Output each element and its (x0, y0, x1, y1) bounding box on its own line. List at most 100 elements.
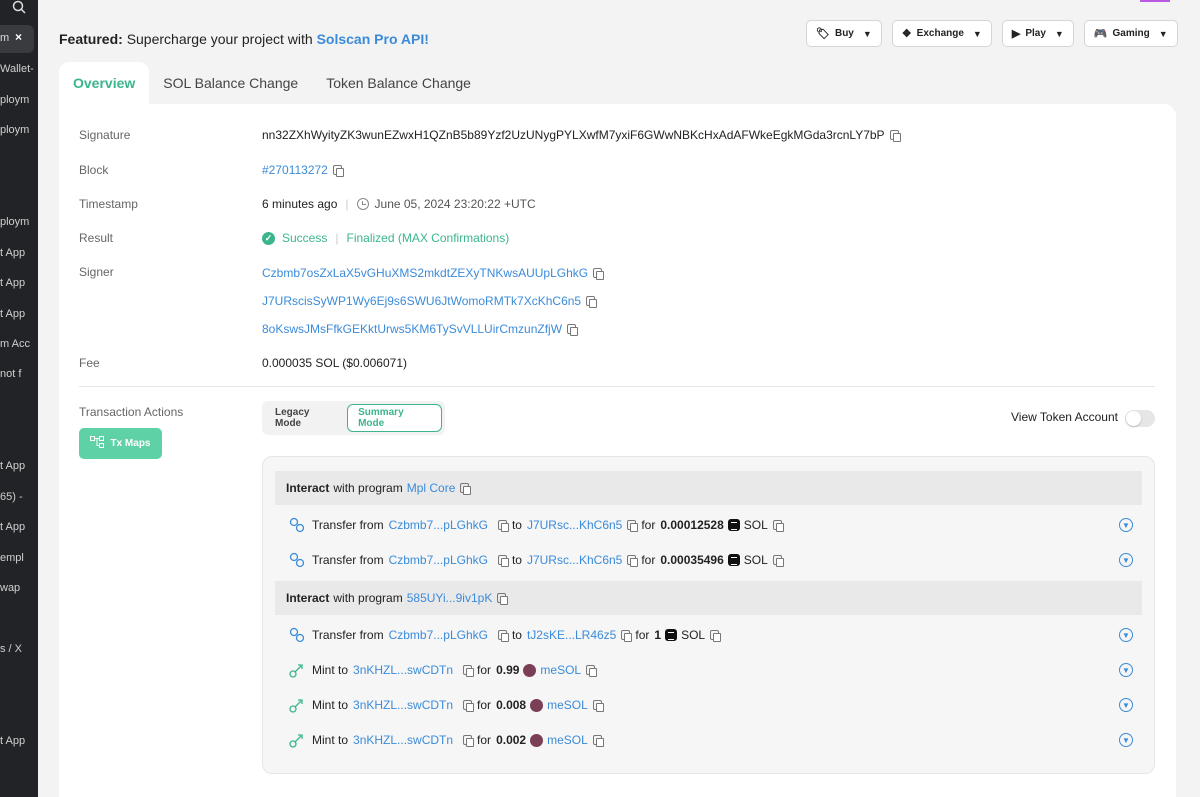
from-address-link[interactable]: Czbmb7...pLGhkG (389, 518, 488, 532)
exchange-button[interactable]: ❖ Exchange ▼ (891, 20, 992, 47)
copy-icon[interactable] (463, 700, 475, 712)
caret-down-icon: ▼ (972, 28, 982, 39)
amount: 0.00012528 (660, 518, 724, 532)
copy-icon[interactable] (463, 665, 475, 677)
sidebar-item[interactable]: s / X (0, 643, 22, 655)
featured-link[interactable]: Solscan Pro API! (317, 31, 429, 47)
result-status: Success (282, 231, 328, 245)
sidebar-active-item[interactable]: m × (0, 25, 34, 53)
sol-token-icon (665, 629, 678, 641)
token-link[interactable]: meSOL (540, 663, 581, 677)
copy-icon[interactable] (497, 630, 509, 642)
token-name: SOL (743, 553, 768, 567)
sidebar-item[interactable]: Wallet- (0, 63, 34, 75)
copy-icon[interactable] (497, 593, 509, 605)
sidebar-item[interactable]: t App (0, 247, 25, 259)
amount: 1 (654, 628, 662, 642)
program-header: Interact with program Mpl Core (275, 471, 1142, 505)
program-link[interactable]: Mpl Core (407, 481, 456, 495)
sidebar-item[interactable]: t App (0, 521, 25, 533)
program-link[interactable]: 585UYi...9iv1pK (407, 591, 493, 605)
exchange-icon: ❖ (901, 28, 912, 40)
to-address-link[interactable]: J7URsc...KhC6n5 (527, 553, 622, 567)
chevron-down-icon[interactable]: ▼ (1119, 733, 1133, 747)
to-address-link[interactable]: 3nKHZL...swCDTn (353, 733, 453, 747)
sidebar-item[interactable]: t App (0, 308, 25, 320)
chevron-down-icon[interactable]: ▼ (1119, 518, 1133, 532)
interact-word: Interact (286, 591, 330, 605)
view-token-account-toggle[interactable] (1125, 410, 1155, 427)
tx-maps-icon (90, 436, 105, 451)
chevron-down-icon[interactable]: ▼ (1119, 553, 1133, 567)
to-address-link[interactable]: tJ2sKE...LR46z5 (527, 628, 616, 642)
copy-icon[interactable] (592, 700, 604, 712)
sidebar-item[interactable]: ploym (0, 124, 29, 136)
from-address-link[interactable]: Czbmb7...pLGhkG (389, 553, 488, 567)
copy-icon[interactable] (567, 324, 579, 336)
tx-maps-button[interactable]: Tx Maps (79, 428, 162, 459)
summary-mode-button[interactable]: Summary Mode (347, 404, 442, 432)
chevron-down-icon[interactable]: ▼ (1119, 698, 1133, 712)
copy-icon[interactable] (772, 555, 784, 567)
copy-icon[interactable] (332, 165, 344, 177)
tab-overview[interactable]: Overview (59, 62, 150, 104)
to-address-link[interactable]: 3nKHZL...swCDTn (353, 698, 453, 712)
copy-icon[interactable] (497, 520, 509, 532)
copy-icon[interactable] (710, 630, 722, 642)
transfer-icon (288, 627, 305, 644)
sidebar-item[interactable]: m Acc (0, 338, 30, 350)
sidebar-item[interactable]: wap (0, 582, 20, 594)
for-word: for (477, 698, 492, 712)
transfer-icon (288, 552, 305, 569)
copy-icon[interactable] (592, 735, 604, 747)
sidebar-item[interactable]: not f (0, 368, 21, 380)
copy-icon[interactable] (497, 555, 509, 567)
gaming-button[interactable]: 🎮 Gaming ▼ (1083, 20, 1178, 47)
copy-icon[interactable] (460, 483, 472, 495)
sidebar-item[interactable]: t App (0, 460, 25, 472)
action-row: Transfer from Czbmb7...pLGhkG to J7URsc.… (288, 550, 1133, 570)
chevron-down-icon[interactable]: ▼ (1119, 663, 1133, 677)
featured-prefix: Featured: (59, 31, 123, 47)
copy-icon[interactable] (889, 130, 901, 142)
copy-icon[interactable] (593, 268, 605, 280)
sidebar-item[interactable]: 65) - (0, 491, 23, 503)
from-address-link[interactable]: Czbmb7...pLGhkG (389, 628, 488, 642)
buy-button[interactable]: 🏷 Buy ▼ (806, 20, 882, 47)
clock-icon (356, 198, 369, 210)
signer-link[interactable]: J7URscisSyWP1Wy6Ej9s6SWU6JtWomoRMTk7XcKh… (262, 294, 581, 308)
copy-icon[interactable] (627, 555, 639, 567)
close-icon[interactable]: × (15, 30, 22, 44)
to-address-link[interactable]: J7URsc...KhC6n5 (527, 518, 622, 532)
action-row: Mint to 3nKHZL...swCDTn for 0.008 meSOL … (288, 695, 1133, 715)
play-button[interactable]: ▶ Play ▼ (1001, 20, 1074, 47)
search-icon[interactable] (12, 0, 26, 17)
copy-icon[interactable] (463, 735, 475, 747)
chevron-down-icon[interactable]: ▼ (1119, 628, 1133, 642)
tab-token-balance-change[interactable]: Token Balance Change (312, 62, 485, 104)
copy-icon[interactable] (772, 520, 784, 532)
action-row: Mint to 3nKHZL...swCDTn for 0.002 meSOL … (288, 730, 1133, 750)
token-link[interactable]: meSOL (547, 733, 588, 747)
sidebar-item[interactable]: ploym (0, 94, 29, 106)
action-verb: Mint to (312, 698, 349, 712)
sidebar-item[interactable]: t App (0, 735, 25, 747)
copy-icon[interactable] (586, 665, 598, 677)
tab-sol-balance-change[interactable]: SOL Balance Change (149, 62, 312, 104)
block-label: Block (79, 163, 109, 177)
copy-icon[interactable] (627, 520, 639, 532)
sol-token-icon (727, 554, 740, 566)
overview-card: Signature nn32ZXhWyityZK3wunEZwxH1QZnB5b… (59, 104, 1176, 797)
copy-icon[interactable] (586, 296, 598, 308)
sidebar-item[interactable]: empl (0, 552, 24, 564)
sidebar-item[interactable]: t App (0, 277, 25, 289)
token-link[interactable]: meSOL (547, 698, 588, 712)
sidebar-item[interactable]: ploym (0, 216, 29, 228)
copy-icon[interactable] (621, 630, 633, 642)
signer-link[interactable]: 8oKswsJMsFfkGEKktUrws5KM6TySvVLLUirCmzun… (262, 322, 562, 336)
action-verb: Mint to (312, 663, 349, 677)
signer-link[interactable]: Czbmb7osZxLaX5vGHuXMS2mkdtZEXyTNKwsAUUpL… (262, 266, 588, 280)
legacy-mode-button[interactable]: Legacy Mode (265, 404, 347, 432)
block-link[interactable]: #270113272 (262, 163, 328, 177)
to-address-link[interactable]: 3nKHZL...swCDTn (353, 663, 453, 677)
